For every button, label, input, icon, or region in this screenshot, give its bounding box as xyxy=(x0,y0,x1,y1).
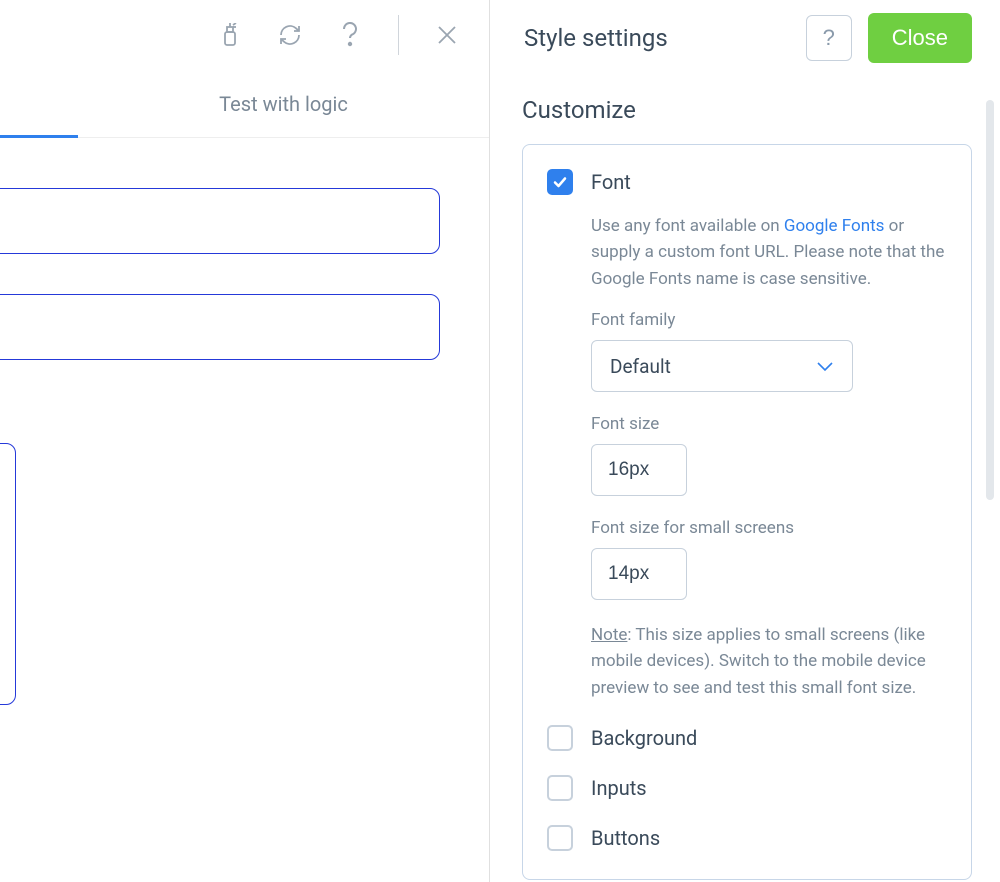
font-check-row: Font xyxy=(547,169,947,195)
font-small-size-label: Font size for small screens xyxy=(591,518,947,538)
close-button[interactable]: Close xyxy=(868,13,972,63)
survey-preview: t this survey today? 😬 Awkward ☹️ Disapp… xyxy=(0,138,489,764)
toolbar-divider xyxy=(398,15,399,55)
font-family-value: Default xyxy=(610,355,671,378)
customize-title: Customize xyxy=(522,96,972,124)
customize-section: Customize Font Use any font available on… xyxy=(490,76,1000,880)
preview-pane: Test with logic t this survey today? 😬 A… xyxy=(0,0,490,882)
help-icon[interactable] xyxy=(338,23,362,47)
font-small-size-input[interactable] xyxy=(591,548,687,600)
question-participate: ed in a survey from us? xyxy=(0,739,489,764)
scrollbar[interactable] xyxy=(986,100,994,500)
help-button[interactable]: ? xyxy=(806,15,852,61)
buttons-label: Buttons xyxy=(591,826,660,850)
font-size-label: Font size xyxy=(591,414,947,434)
refresh-icon[interactable] xyxy=(278,23,302,47)
buttons-check-row: Buttons xyxy=(547,825,947,851)
spray-icon[interactable] xyxy=(218,23,242,47)
font-note: Note: This size applies to small screens… xyxy=(591,622,947,701)
tab-bar: Test with logic xyxy=(0,70,489,138)
panel-title: Style settings xyxy=(524,24,668,52)
font-size-input[interactable] xyxy=(591,444,687,496)
buttons-checkbox[interactable] xyxy=(547,825,573,851)
chevron-down-icon xyxy=(816,357,834,376)
inputs-check-row: Inputs xyxy=(547,775,947,801)
customize-box: Font Use any font available on Google Fo… xyxy=(522,144,972,880)
font-detail: Use any font available on Google Fonts o… xyxy=(591,213,947,701)
inputs-label: Inputs xyxy=(591,776,647,800)
inputs-checkbox[interactable] xyxy=(547,775,573,801)
font-family-select[interactable]: Default xyxy=(591,340,853,392)
question-feel: t this survey today? xyxy=(0,400,489,425)
tab-test-with-logic[interactable]: Test with logic xyxy=(78,92,489,116)
style-settings-panel: Color Style settings ? Close Customize F… xyxy=(490,0,1000,882)
survey-input-2[interactable] xyxy=(0,294,440,360)
google-fonts-link[interactable]: Google Fonts xyxy=(784,216,885,236)
background-label: Background xyxy=(591,726,697,750)
font-description: Use any font available on Google Fonts o… xyxy=(591,213,947,292)
emoji-option-disappointed[interactable]: ☹️ Disappointed xyxy=(0,443,16,705)
emoji-options: 😬 Awkward ☹️ Disappointed xyxy=(0,443,489,705)
font-checkbox[interactable] xyxy=(547,169,573,195)
font-family-label: Font family xyxy=(591,310,947,330)
background-check-row: Background xyxy=(547,725,947,751)
close-icon[interactable] xyxy=(435,23,459,47)
survey-input-1[interactable] xyxy=(0,188,440,254)
preview-toolbar xyxy=(0,0,489,70)
background-checkbox[interactable] xyxy=(547,725,573,751)
panel-header: Style settings ? Close xyxy=(490,0,1000,76)
font-label: Font xyxy=(591,170,631,194)
tab-active-indicator[interactable] xyxy=(0,70,78,138)
